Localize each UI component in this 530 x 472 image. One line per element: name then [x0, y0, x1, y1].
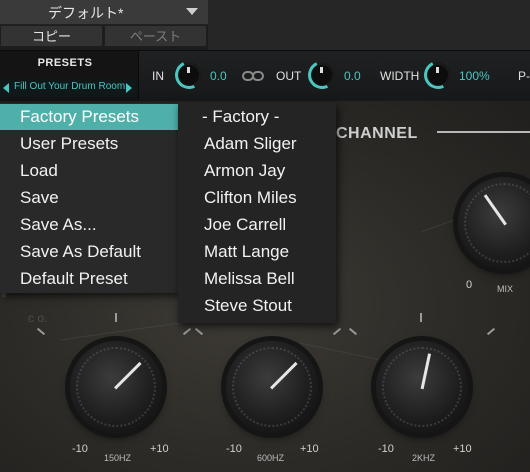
preset-browser[interactable]: Fill Out Your Drum Room — [0, 79, 136, 97]
brand-script-sub: c o. — [28, 311, 48, 325]
band2-freq-label: 600HZ — [257, 453, 285, 463]
chevron-down-icon — [186, 8, 198, 15]
mix-min-label: 0 — [466, 279, 473, 291]
menu-item-save[interactable]: Save — [0, 185, 178, 211]
paste-button[interactable]: ペースト — [104, 25, 207, 47]
band3-max-label: +10 — [453, 443, 472, 455]
presets-panel: PRESETS Fill Out Your Drum Room — [0, 51, 139, 101]
band3-freq-label: 2KHZ — [412, 453, 436, 463]
submenu-item-steve-stout[interactable]: Steve Stout — [204, 293, 292, 319]
menu-item-save-as-default[interactable]: Save As Default — [0, 239, 178, 265]
output-gain-value: 0.0 — [344, 69, 361, 83]
preset-menu: Factory Presets User Presets Load Save S… — [0, 103, 178, 293]
next-preset-icon[interactable] — [126, 83, 132, 93]
copy-button[interactable]: コピー — [0, 25, 103, 47]
submenu-item-melissa-bell[interactable]: Melissa Bell — [204, 266, 295, 292]
band3-gain-knob[interactable] — [376, 341, 468, 433]
current-preset-name[interactable]: Fill Out Your Drum Room — [14, 81, 125, 92]
menu-item-user-presets[interactable]: User Presets — [0, 131, 178, 157]
submenu-item-armon-jay[interactable]: Armon Jay — [204, 158, 285, 184]
band2-min-label: -10 — [226, 443, 242, 455]
factory-presets-submenu: - Factory - Adam Sliger Armon Jay Clifto… — [178, 103, 336, 323]
host-toolbar-area — [208, 0, 530, 50]
width-value: 100% — [459, 69, 490, 83]
band1-max-label: +10 — [150, 443, 169, 455]
channel-divider — [437, 131, 530, 133]
menu-item-load[interactable]: Load — [0, 158, 178, 184]
mix-knob[interactable] — [458, 177, 530, 269]
presets-label: PRESETS — [37, 57, 93, 69]
channel-label: CHANNEL — [336, 125, 418, 142]
submenu-item-matt-lange[interactable]: Matt Lange — [204, 239, 289, 265]
header-extra-label: P- — [518, 69, 530, 83]
menu-item-default-preset[interactable]: Default Preset — [0, 266, 178, 292]
out-label: OUT — [276, 69, 302, 83]
band1-freq-label: 150HZ — [104, 453, 132, 463]
prev-preset-icon[interactable] — [3, 83, 9, 93]
host-preset-name: デフォルト* — [48, 5, 124, 21]
menu-item-save-as[interactable]: Save As... — [0, 212, 178, 238]
band3-min-label: -10 — [378, 443, 394, 455]
width-knob[interactable] — [420, 57, 456, 93]
band2-max-label: +10 — [300, 443, 319, 455]
width-label: WIDTH — [380, 69, 420, 83]
band2-gain-knob[interactable] — [226, 341, 318, 433]
host-preset-selector[interactable]: デフォルト* — [0, 0, 208, 25]
output-gain-knob[interactable] — [304, 57, 340, 93]
submenu-header: - Factory - — [202, 107, 280, 126]
submenu-item-adam-sliger[interactable]: Adam Sliger — [204, 131, 297, 157]
band1-min-label: -10 — [72, 443, 88, 455]
submenu-item-joe-carrell[interactable]: Joe Carrell — [204, 212, 286, 238]
input-gain-knob[interactable] — [171, 57, 207, 93]
band1-gain-knob[interactable] — [70, 341, 162, 433]
link-icon[interactable] — [242, 69, 264, 83]
input-gain-value: 0.0 — [210, 69, 227, 83]
mix-label: MIX — [497, 284, 514, 294]
plugin-header: PRESETS Fill Out Your Drum Room IN 0.0 O… — [0, 50, 530, 101]
in-label: IN — [152, 69, 164, 83]
menu-item-factory-presets[interactable]: Factory Presets — [0, 104, 178, 130]
submenu-item-clifton-miles[interactable]: Clifton Miles — [204, 185, 297, 211]
